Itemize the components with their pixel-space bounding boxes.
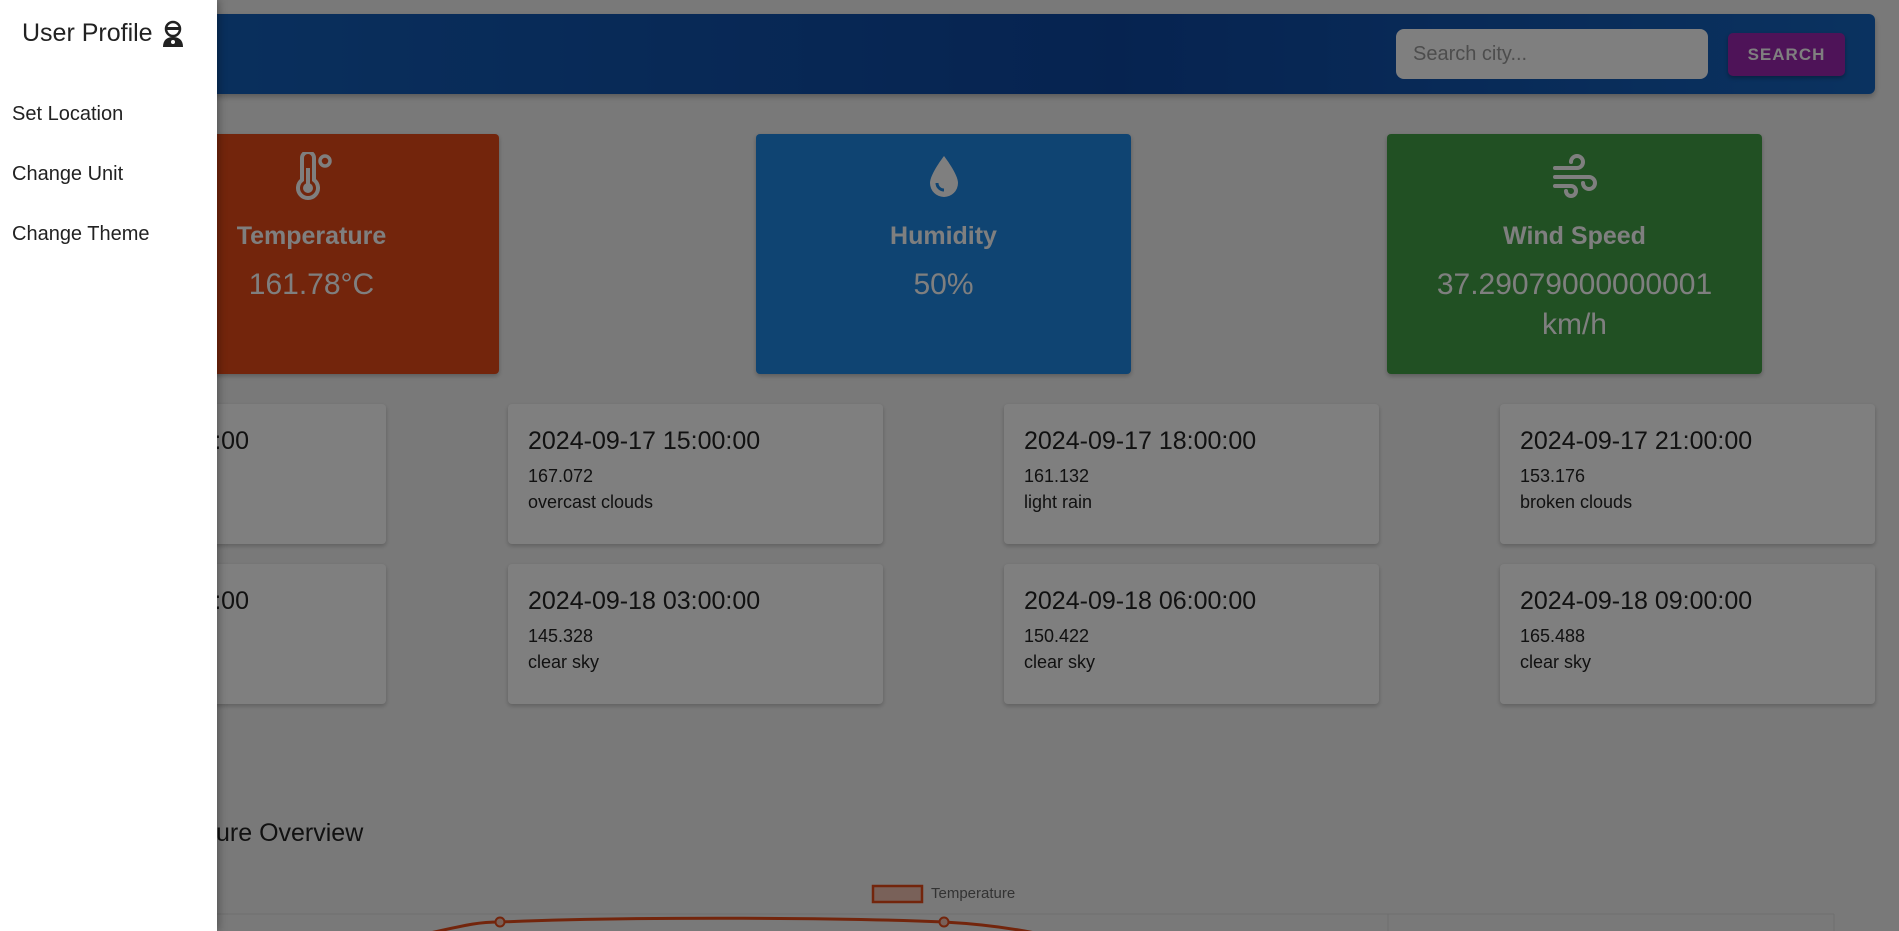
drawer-item-set-location[interactable]: Set Location [12, 103, 123, 126]
drawer-backdrop[interactable] [0, 0, 1899, 931]
drawer-title: User Profile [22, 19, 153, 47]
weather-app: SEARCH Temperature 161.78°C Humidity 50% [0, 0, 1899, 931]
drawer-item-change-unit[interactable]: Change Unit [12, 163, 123, 186]
side-drawer: User Profile Set Location Change Unit Ch… [0, 0, 217, 931]
user-avatar-icon [162, 20, 183, 47]
drawer-item-change-theme[interactable]: Change Theme [12, 223, 150, 246]
drawer-header: User Profile [22, 19, 185, 48]
